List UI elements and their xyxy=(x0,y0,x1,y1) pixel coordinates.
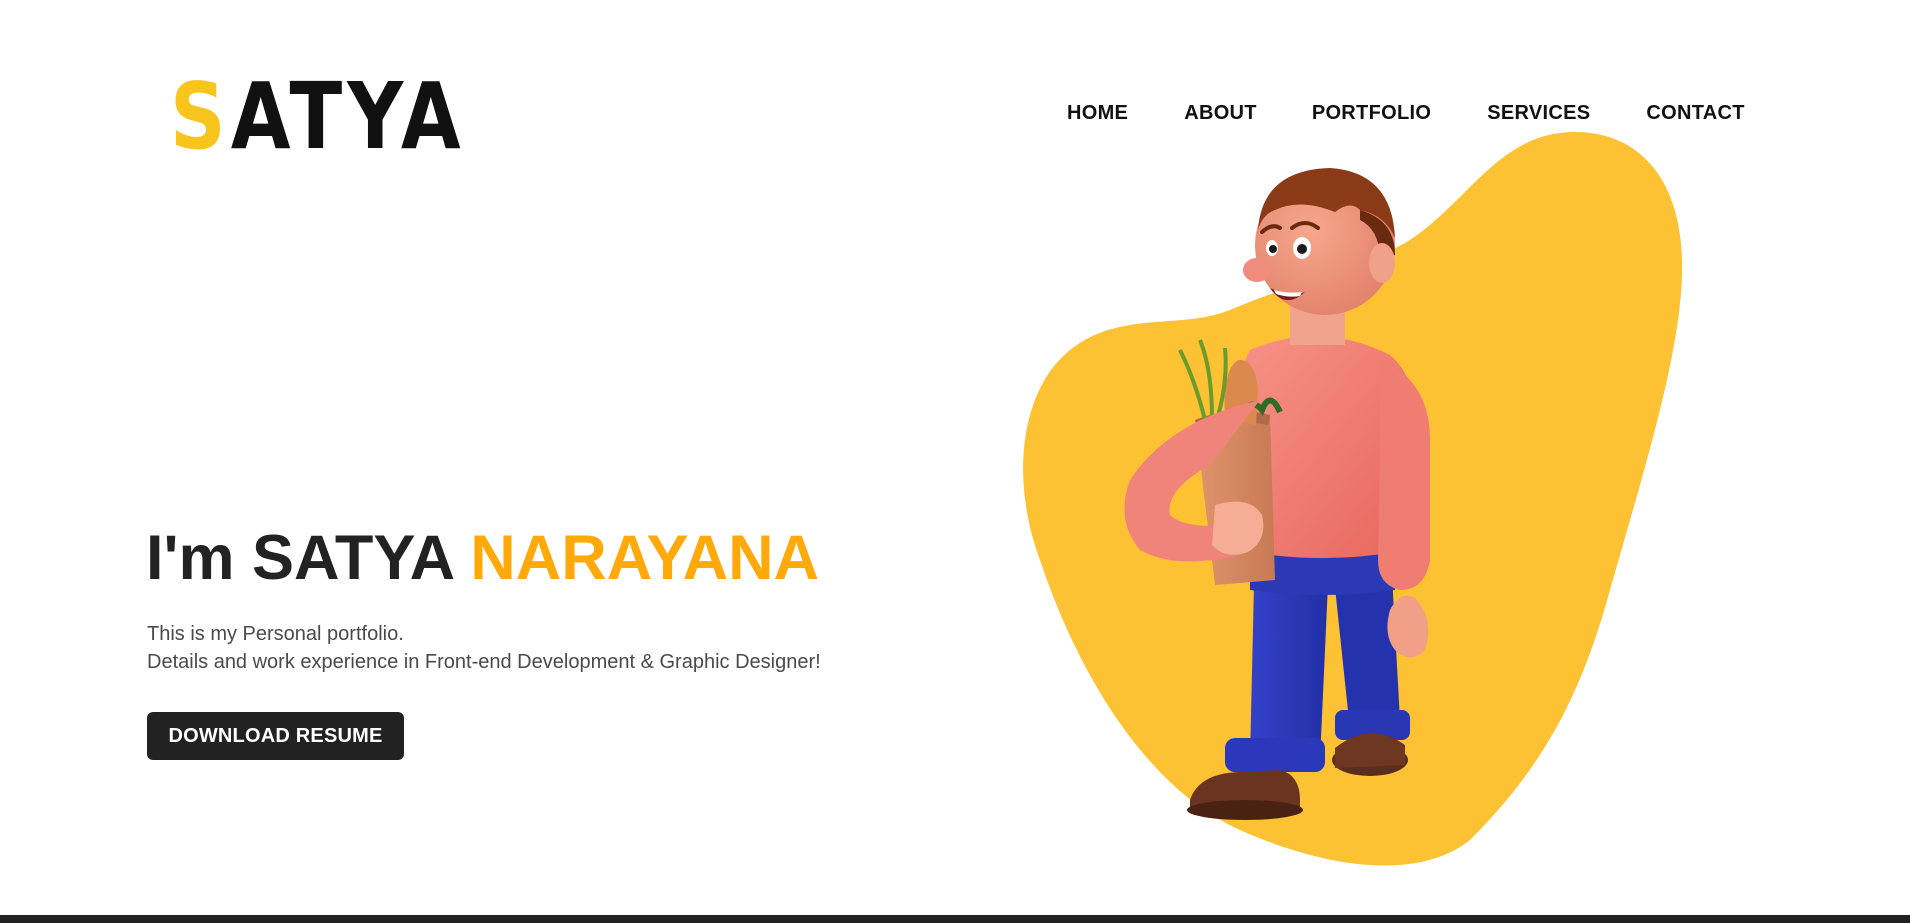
hero-title: I'm SATYA NARAYANA xyxy=(146,520,819,596)
hero-description-line-2: Details and work experience in Front-end… xyxy=(147,651,821,673)
portfolio-page: S ATYA HOME ABOUT PORTFOLIO SERVICES CONT… xyxy=(0,0,1910,923)
bottom-border-bar xyxy=(0,915,1910,923)
hero-illustration xyxy=(1000,120,1720,880)
site-logo[interactable]: S ATYA xyxy=(170,63,466,170)
hero-description: This is my Personal portfolio. Details a… xyxy=(147,620,821,676)
logo-first-letter: S xyxy=(170,63,231,170)
logo-rest: ATYA xyxy=(230,63,466,170)
person-with-grocery-bag-illustration xyxy=(1023,132,1683,866)
hero-greeting: I'm SATYA xyxy=(146,523,471,593)
download-resume-button[interactable]: DOWNLOAD RESUME xyxy=(147,712,404,760)
hero-name-highlight: NARAYANA xyxy=(470,523,820,593)
hero-description-line-1: This is my Personal portfolio. xyxy=(147,623,404,645)
